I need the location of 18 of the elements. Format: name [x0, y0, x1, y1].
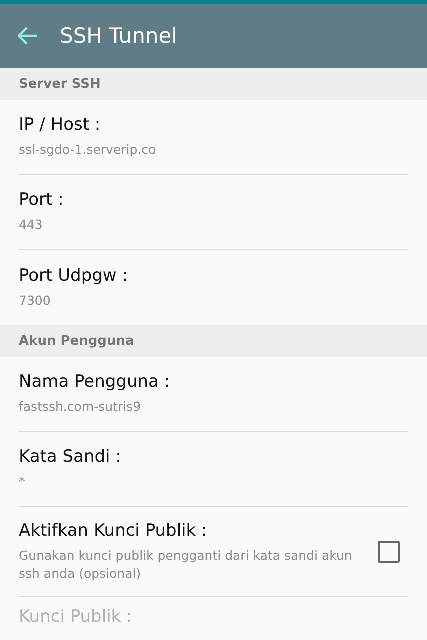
- back-button[interactable]: [18, 27, 38, 45]
- section-header: Akun Pengguna: [0, 325, 427, 357]
- setting-title[interactable]: Port :: [19, 190, 408, 210]
- setting-title[interactable]: Kata Sandi :: [19, 447, 408, 468]
- setting-title[interactable]: Nama Pengguna :: [19, 372, 408, 392]
- setting-value: 7300: [19, 292, 52, 310]
- setting-value: *: [19, 473, 26, 491]
- setting-title[interactable]: Port Udpgw :: [19, 266, 408, 286]
- setting-title[interactable]: Aktifkan Kunci Publik :: [19, 521, 356, 541]
- screen-title: SSH Tunnel: [60, 24, 178, 48]
- back-arrow-icon: [18, 27, 38, 45]
- setting-title[interactable]: IP / Host :: [19, 115, 408, 136]
- setting-description: Gunakan kunci publik pengganti dari kata sandi akun ssh anda (opsional): [19, 547, 354, 582]
- setting-value: fastssh.com-sutris9: [19, 398, 142, 416]
- setting-value: 443: [19, 216, 44, 234]
- setting-value: ssl-sgdo-1.serverip.co: [19, 141, 158, 159]
- section-header: Server SSH: [0, 68, 427, 100]
- checkbox[interactable]: [378, 540, 400, 562]
